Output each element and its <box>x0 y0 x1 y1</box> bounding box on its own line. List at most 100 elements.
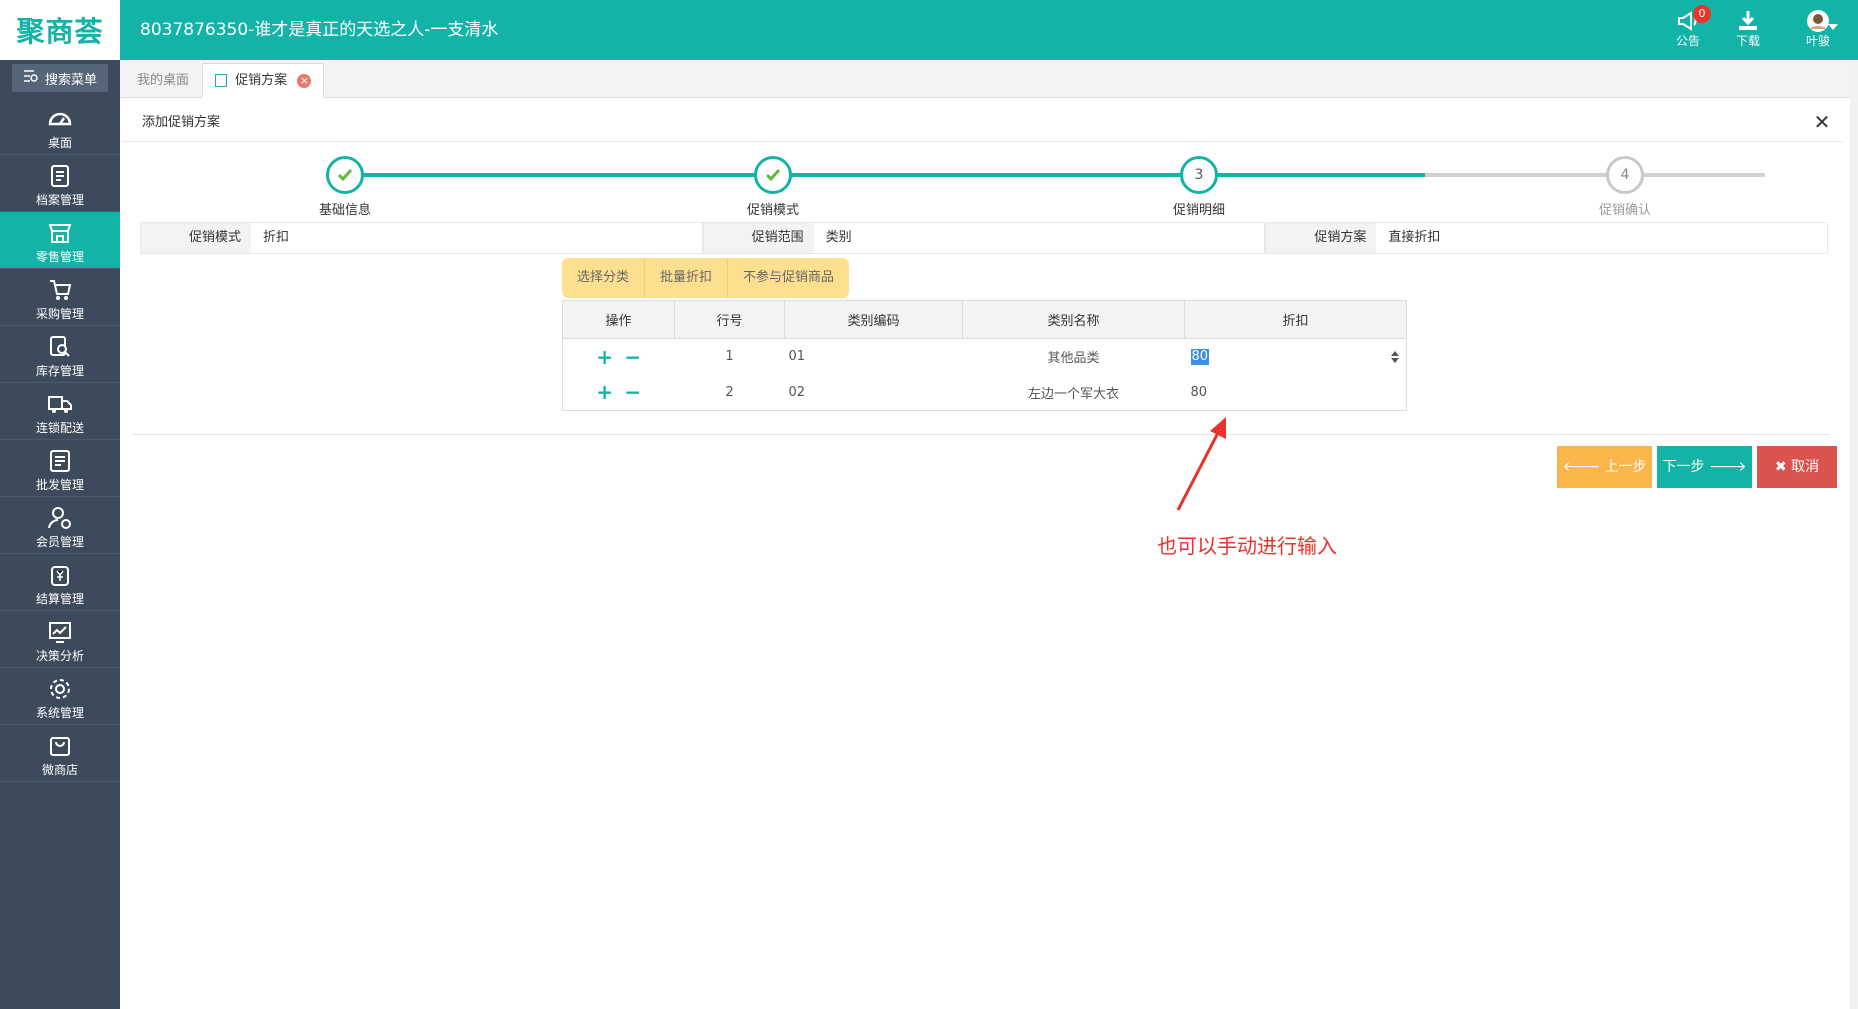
inventory-search-icon <box>50 336 70 357</box>
truck-icon <box>48 396 72 413</box>
table-header-row: 操作 行号 类别编码 类别名称 折扣 <box>562 300 1407 339</box>
notice-badge: 0 <box>1693 5 1711 23</box>
user-name: 叶骏 <box>1805 34 1830 48</box>
settlement-icon <box>51 566 69 586</box>
step-1-label: 基础信息 <box>318 203 371 218</box>
sidebar-item-archive[interactable]: 档案管理 <box>0 155 120 212</box>
prev-step-button[interactable]: 🡐 上一步 <box>1557 446 1652 488</box>
discount-cell: 80 <box>1185 339 1407 375</box>
sidebar-item-label: 零售管理 <box>35 250 84 264</box>
step-2-label: 促销模式 <box>746 203 799 218</box>
sidebar-item-purchase[interactable]: 采购管理 <box>0 269 120 326</box>
next-step-label: 下一步 <box>1662 459 1705 475</box>
notice-button[interactable]: 0 公告 <box>1663 5 1713 54</box>
add-row-icon[interactable]: + <box>593 380 617 404</box>
detail-toolbar: 选择分类 批量折扣 不参与促销商品 <box>562 258 850 298</box>
info-promotion-mode: 促销模式 折扣 <box>140 222 703 254</box>
category-name: 其他品类 <box>1047 351 1100 367</box>
info-promotion-scope: 促销范围 类别 <box>702 222 1266 254</box>
info-key: 促销模式 <box>141 223 251 253</box>
batch-discount-button[interactable]: 批量折扣 <box>645 258 729 298</box>
sidebar-item-label: 系统管理 <box>35 706 84 720</box>
discount-value[interactable]: 80 <box>1185 375 1407 411</box>
sidebar-item-micro-shop[interactable]: 微商店 <box>0 725 120 782</box>
next-step-button[interactable]: 下一步 🡒 <box>1657 446 1752 488</box>
check-icon <box>337 169 353 182</box>
sidebar-item-label: 连锁配送 <box>35 421 84 435</box>
step-3-circle: 3 <box>1180 156 1218 194</box>
sidebar-item-member[interactable]: 会员管理 <box>0 497 120 554</box>
sidebar-item-label: 结算管理 <box>35 592 84 606</box>
document-icon <box>215 74 227 87</box>
close-icon[interactable]: ✕ <box>1812 112 1832 132</box>
sidebar-item-inventory[interactable]: 库存管理 <box>0 326 120 383</box>
arrow-right-icon: 🡒 <box>1708 459 1747 475</box>
tab-bar: 我的桌面 促销方案 × <box>120 60 1858 98</box>
row-number: 2 <box>725 384 734 400</box>
search-menu-label: 搜索菜单 <box>44 72 97 88</box>
sidebar-item-label: 采购管理 <box>35 307 84 321</box>
sidebar-item-distribution[interactable]: 连锁配送 <box>0 383 120 440</box>
step-3-number: 3 <box>1194 167 1204 183</box>
tab-promotion-plan[interactable]: 促销方案 × <box>202 63 325 98</box>
remove-row-icon[interactable]: − <box>621 345 645 369</box>
annotation-arrow-icon <box>1176 417 1226 511</box>
archive-icon <box>51 165 69 187</box>
download-icon <box>1723 8 1773 34</box>
sidebar-item-label: 桌面 <box>47 136 72 150</box>
avatar <box>1788 8 1848 34</box>
info-value: 类别 <box>825 230 852 245</box>
step-4-label: 促销确认 <box>1598 203 1651 218</box>
tab-my-desktop[interactable]: 我的桌面 <box>124 63 202 98</box>
user-menu[interactable]: 叶骏 <box>1788 8 1848 54</box>
column-header: 折扣 <box>1184 300 1407 339</box>
sidebar-item-label: 会员管理 <box>35 535 84 549</box>
cart-icon <box>50 280 72 300</box>
notice-label: 公告 <box>1675 34 1700 48</box>
gear-icon <box>50 679 70 699</box>
row-actions: + − <box>563 375 675 411</box>
table-row: + − 2 02 左边一个军大衣 80 <box>563 375 1407 411</box>
sidebar-item-label: 微商店 <box>41 763 78 777</box>
sidebar-item-system[interactable]: 系统管理 <box>0 668 120 725</box>
app-title: 8037876350-谁才是真正的天选之人-一支清水 <box>140 20 499 40</box>
step-4-circle: 4 <box>1606 156 1644 194</box>
column-header: 类别名称 <box>962 300 1185 339</box>
remove-row-icon[interactable]: − <box>621 380 645 404</box>
category-code: 01 <box>788 349 806 365</box>
column-header: 类别编码 <box>784 300 963 339</box>
choose-category-button[interactable]: 选择分类 <box>562 258 646 298</box>
spinner-arrows-icon[interactable] <box>1390 350 1400 364</box>
sidebar-item-retail[interactable]: 零售管理 <box>0 212 120 269</box>
cancel-label: 取消 <box>1791 459 1820 475</box>
check-icon <box>765 169 781 182</box>
column-header: 行号 <box>674 300 785 339</box>
scrollbar[interactable] <box>1850 60 1858 1009</box>
discount-input[interactable]: 80 <box>1189 344 1407 370</box>
promotion-info-row: 促销模式 折扣 促销范围 类别 促销方案 直接折扣 <box>140 222 1829 254</box>
download-button[interactable]: 下载 <box>1723 8 1773 54</box>
category-discount-table: 操作 行号 类别编码 类别名称 折扣 + − 1 01 其他品类 80 + − … <box>562 300 1407 411</box>
search-menu-button[interactable]: 搜索菜单 <box>12 64 108 92</box>
close-x-icon: ✖ <box>1774 459 1787 475</box>
logo[interactable]: 聚商荟 <box>0 0 120 60</box>
exclude-goods-button[interactable]: 不参与促销商品 <box>728 258 849 298</box>
info-value: 直接折扣 <box>1388 230 1441 245</box>
discount-selected-value[interactable]: 80 <box>1190 348 1210 365</box>
dashboard-icon <box>48 112 72 126</box>
add-row-icon[interactable]: + <box>593 345 617 369</box>
step-progress-line <box>345 173 1425 177</box>
chevron-down-icon <box>1828 24 1838 30</box>
sidebar-item-desktop[interactable]: 桌面 <box>0 98 120 155</box>
sidebar-item-label: 批发管理 <box>35 478 84 492</box>
top-bar: 聚商荟 8037876350-谁才是真正的天选之人-一支清水 0 公告 下载 叶… <box>0 0 1858 60</box>
cancel-button[interactable]: ✖ 取消 <box>1757 446 1837 488</box>
sidebar-item-settlement[interactable]: 结算管理 <box>0 554 120 611</box>
sidebar-item-analysis[interactable]: 决策分析 <box>0 611 120 668</box>
tab-close-icon[interactable]: × <box>297 73 312 88</box>
member-icon <box>48 507 71 529</box>
sidebar-item-wholesale[interactable]: 批发管理 <box>0 440 120 497</box>
sidebar-item-label: 决策分析 <box>35 649 84 663</box>
wholesale-icon <box>50 450 70 472</box>
info-value: 折扣 <box>263 230 290 245</box>
